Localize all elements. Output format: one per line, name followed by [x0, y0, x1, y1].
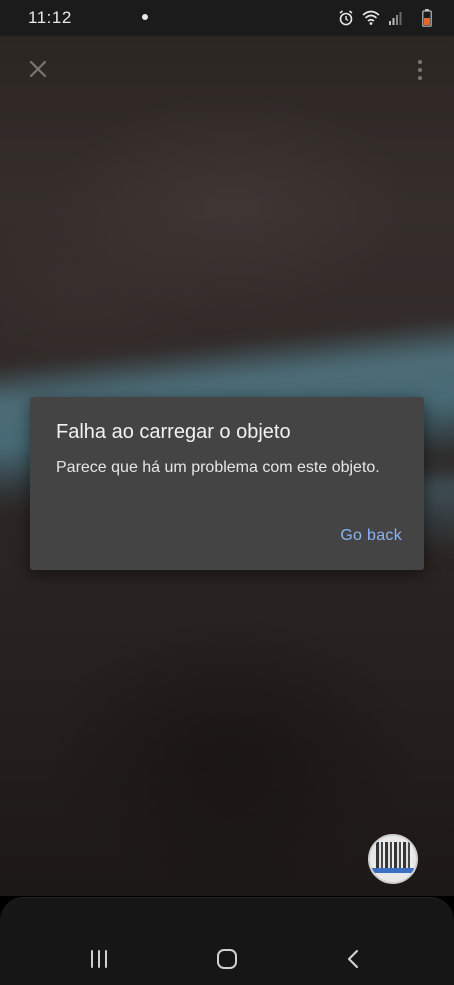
home-button[interactable] [207, 946, 247, 974]
home-icon [216, 948, 238, 973]
thumbnail-stripe [370, 868, 416, 873]
navigation-bar [0, 897, 454, 985]
close-button[interactable] [24, 56, 52, 84]
close-icon [29, 60, 47, 81]
qr-pattern [376, 842, 412, 868]
screen: 11:12 Falha ao carregar o objeto Parece … [0, 0, 454, 985]
camera-blur-shadow [40, 616, 420, 896]
notification-dot [142, 14, 148, 20]
status-icons [338, 8, 432, 28]
signal-icon [388, 11, 402, 25]
more-vert-icon-dot-1 [418, 60, 422, 64]
alarm-icon [338, 10, 354, 26]
recents-icon [89, 949, 109, 971]
back-icon [346, 949, 360, 972]
status-time: 11:12 [28, 8, 72, 27]
scan-thumbnail-button[interactable] [368, 834, 418, 884]
more-vert-icon-dot-3 [418, 76, 422, 80]
more-options-button[interactable] [410, 56, 430, 84]
dialog-message: Parece que há um problema com este objet… [56, 459, 380, 476]
recents-button[interactable] [79, 946, 119, 974]
dialog-title: Falha ao carregar o objeto [56, 421, 291, 443]
go-back-button[interactable]: Go back [340, 527, 402, 545]
battery-icon [422, 9, 432, 27]
wifi-icon [362, 10, 380, 26]
error-dialog: Falha ao carregar o objeto Parece que há… [30, 397, 424, 570]
back-button[interactable] [333, 946, 373, 974]
more-vert-icon-dot-2 [418, 68, 422, 72]
status-bar: 11:12 [0, 0, 454, 36]
